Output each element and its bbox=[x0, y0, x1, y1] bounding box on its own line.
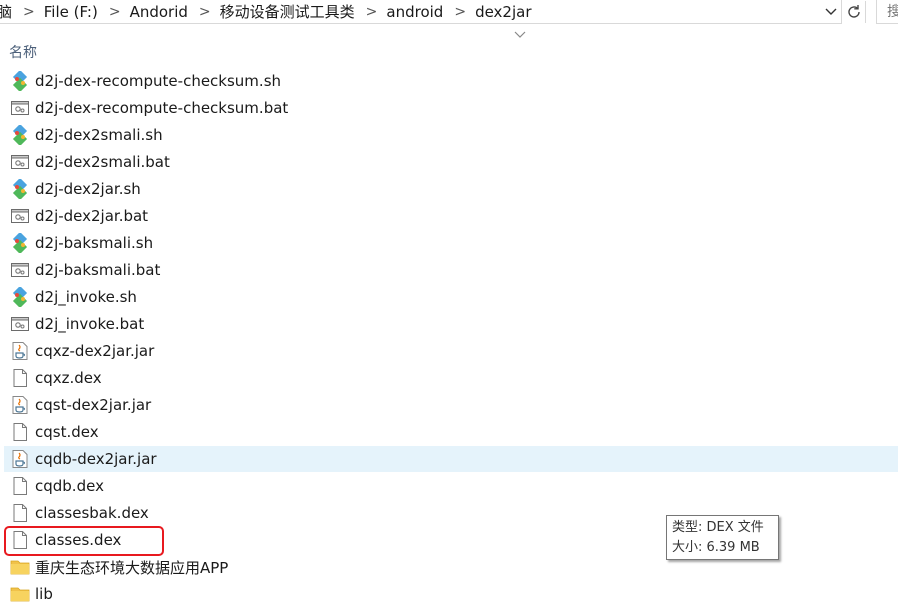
breadcrumb-item[interactable]: Andorid bbox=[130, 3, 195, 21]
blank-file-icon bbox=[9, 530, 31, 550]
blank-file-icon bbox=[9, 503, 31, 523]
blank-file-icon bbox=[9, 368, 31, 388]
refresh-button[interactable] bbox=[843, 1, 866, 23]
git-sh-icon bbox=[9, 233, 31, 253]
file-name: d2j-baksmali.bat bbox=[35, 261, 161, 279]
bat-icon bbox=[9, 260, 31, 280]
file-row[interactable]: d2j_invoke.sh bbox=[4, 284, 898, 310]
bat-icon bbox=[9, 314, 31, 334]
file-name: d2j-dex2smali.bat bbox=[35, 153, 170, 171]
file-row[interactable]: d2j-baksmali.bat bbox=[4, 257, 898, 283]
file-row[interactable]: d2j-baksmali.sh bbox=[4, 230, 898, 256]
git-sh-icon bbox=[9, 179, 31, 199]
file-tooltip: 类型: DEX 文件 大小: 6.39 MB bbox=[666, 515, 779, 560]
blank-file-icon bbox=[9, 476, 31, 496]
search-input[interactable]: 搜 bbox=[876, 0, 898, 24]
breadcrumb-item[interactable]: File (F:) bbox=[44, 3, 105, 21]
file-name: cqxz.dex bbox=[35, 369, 102, 387]
file-row[interactable]: d2j-dex-recompute-checksum.sh bbox=[4, 68, 898, 94]
file-name: d2j-dex2smali.sh bbox=[35, 126, 163, 144]
git-sh-icon bbox=[9, 287, 31, 307]
file-name: classesbak.dex bbox=[35, 504, 149, 522]
file-name: d2j_invoke.bat bbox=[35, 315, 145, 333]
refresh-icon bbox=[848, 5, 860, 18]
breadcrumb-separator[interactable]: > bbox=[19, 4, 44, 20]
file-row[interactable]: d2j-dex2jar.bat bbox=[4, 203, 898, 229]
folder-icon bbox=[9, 584, 31, 604]
column-header-name[interactable]: 名称 bbox=[9, 42, 37, 62]
file-name: cqdb.dex bbox=[35, 477, 104, 495]
file-name: cqdb-dex2jar.jar bbox=[35, 450, 157, 468]
file-row[interactable]: d2j-dex-recompute-checksum.bat bbox=[4, 95, 898, 121]
file-row[interactable]: cqxz.dex bbox=[4, 365, 898, 391]
git-sh-icon bbox=[9, 125, 31, 145]
breadcrumb-item[interactable]: dex2jar bbox=[475, 3, 538, 21]
tooltip-size: 大小: 6.39 MB bbox=[672, 540, 760, 555]
folder-icon bbox=[9, 557, 31, 577]
file-row[interactable]: cqdb.dex bbox=[4, 473, 898, 499]
file-name: d2j-dex-recompute-checksum.bat bbox=[35, 99, 289, 117]
file-row[interactable]: lib bbox=[4, 581, 898, 607]
breadcrumb-item[interactable]: android bbox=[386, 3, 450, 21]
file-name: d2j-dex-recompute-checksum.sh bbox=[35, 72, 282, 90]
breadcrumb-separator[interactable]: > bbox=[105, 4, 130, 20]
file-name: lib bbox=[35, 585, 53, 603]
java-jar-icon bbox=[9, 395, 31, 415]
bat-icon bbox=[9, 98, 31, 118]
file-row[interactable]: cqst-dex2jar.jar bbox=[4, 392, 898, 418]
file-name: d2j-dex2jar.sh bbox=[35, 180, 141, 198]
tooltip-type: 类型: DEX 文件 bbox=[672, 520, 764, 535]
file-name: cqst-dex2jar.jar bbox=[35, 396, 152, 414]
bat-icon bbox=[9, 206, 31, 226]
breadcrumb-item[interactable]: 移动设备测试工具类 bbox=[220, 1, 362, 22]
file-name: classes.dex bbox=[35, 531, 122, 549]
breadcrumb-separator[interactable]: > bbox=[450, 4, 475, 20]
file-row[interactable]: d2j-dex2jar.sh bbox=[4, 176, 898, 202]
address-bar: 脑>File (F:)>Andorid>移动设备测试工具类>android>de… bbox=[0, 0, 898, 24]
java-jar-icon bbox=[9, 449, 31, 469]
java-jar-icon bbox=[9, 341, 31, 361]
breadcrumb-item[interactable]: 脑 bbox=[0, 1, 19, 22]
breadcrumb-separator[interactable]: > bbox=[362, 4, 387, 20]
file-name: d2j-dex2jar.bat bbox=[35, 207, 149, 225]
file-name: cqst.dex bbox=[35, 423, 99, 441]
file-name: 重庆生态环境大数据应用APP bbox=[35, 558, 229, 577]
bat-icon bbox=[9, 152, 31, 172]
blank-file-icon bbox=[9, 422, 31, 442]
breadcrumb: 脑>File (F:)>Andorid>移动设备测试工具类>android>de… bbox=[0, 0, 842, 24]
file-row[interactable]: d2j-dex2smali.bat bbox=[4, 149, 898, 175]
chevron-down-icon bbox=[825, 8, 837, 15]
file-name: d2j_invoke.sh bbox=[35, 288, 137, 306]
file-row[interactable]: d2j-dex2smali.sh bbox=[4, 122, 898, 148]
address-history-dropdown[interactable] bbox=[822, 3, 840, 21]
file-row[interactable]: cqxz-dex2jar.jar bbox=[4, 338, 898, 364]
git-sh-icon bbox=[9, 71, 31, 91]
file-row[interactable]: d2j_invoke.bat bbox=[4, 311, 898, 337]
file-name: cqxz-dex2jar.jar bbox=[35, 342, 155, 360]
file-name: d2j-baksmali.sh bbox=[35, 234, 154, 252]
sort-chevron-icon[interactable] bbox=[514, 31, 526, 39]
file-row[interactable]: cqdb-dex2jar.jar bbox=[4, 446, 898, 472]
file-row[interactable]: cqst.dex bbox=[4, 419, 898, 445]
breadcrumb-separator[interactable]: > bbox=[195, 4, 220, 20]
